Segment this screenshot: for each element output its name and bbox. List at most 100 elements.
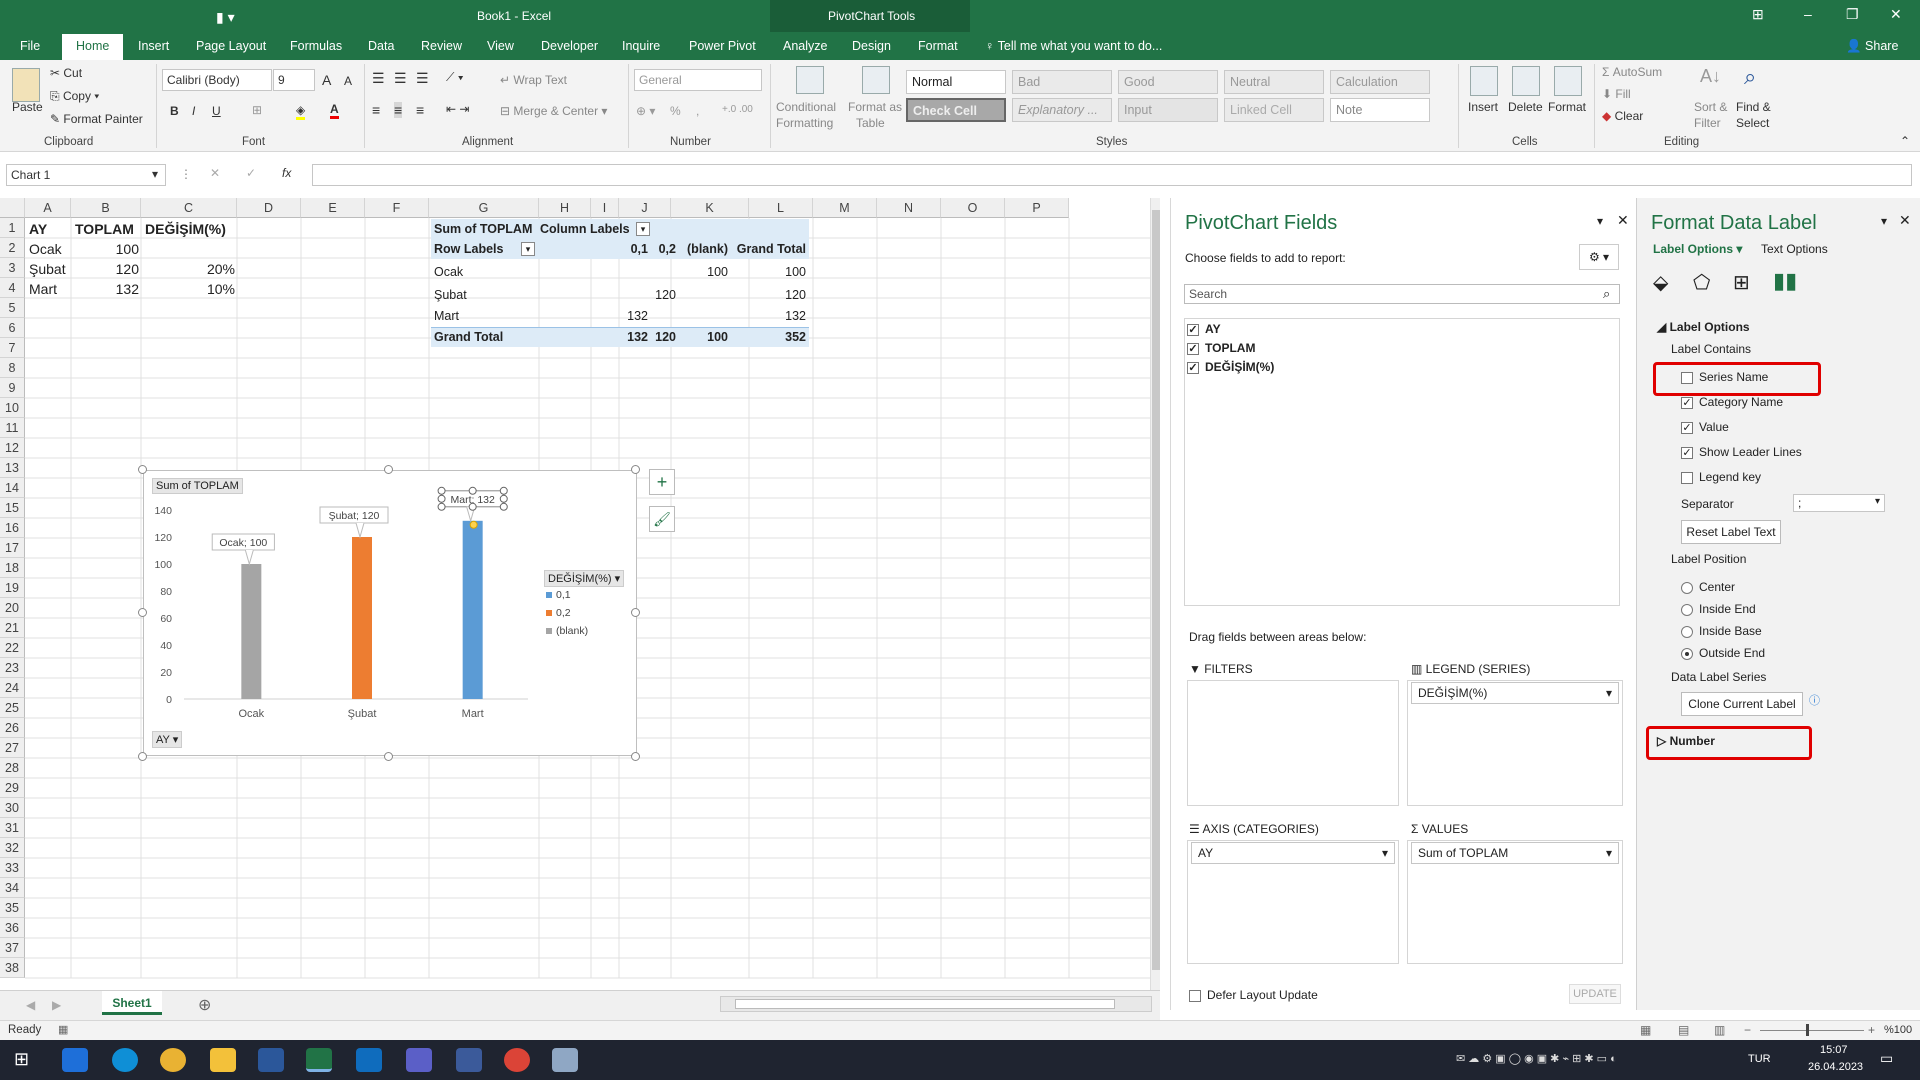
- row-header-10[interactable]: 10: [0, 398, 25, 418]
- windows-start-icon[interactable]: ⊞: [14, 1049, 29, 1070]
- format-painter-button[interactable]: ✎ Format Painter: [50, 112, 143, 126]
- chart-styles-brush-icon[interactable]: 🖌: [649, 506, 675, 532]
- clock-time[interactable]: 15:07: [1820, 1044, 1848, 1056]
- row-header-12[interactable]: 12: [0, 438, 25, 458]
- paste-icon[interactable]: [12, 68, 40, 102]
- tab-power-pivot[interactable]: Power Pivot: [689, 39, 756, 53]
- paint-icon[interactable]: [552, 1048, 578, 1072]
- magnifier-icon[interactable]: ⌕: [1744, 64, 1756, 90]
- tab-page-layout[interactable]: Page Layout: [196, 39, 266, 53]
- pivot-col-head-total[interactable]: Grand Total: [731, 239, 809, 259]
- row-header-28[interactable]: 28: [0, 758, 25, 778]
- checkbox-icon[interactable]: [1681, 471, 1693, 484]
- macro-record-icon[interactable]: ▦: [58, 1023, 68, 1036]
- checkbox-icon[interactable]: ✓: [1187, 323, 1199, 336]
- format-as-table-label-2[interactable]: Table: [856, 116, 885, 130]
- radio-icon[interactable]: [1681, 625, 1693, 638]
- sheet-tab-sheet1[interactable]: Sheet1: [102, 991, 162, 1015]
- excel-icon[interactable]: [306, 1048, 332, 1072]
- defer-layout-update[interactable]: Defer Layout Update: [1189, 988, 1318, 1002]
- middle-align-icon[interactable]: ☰: [394, 70, 407, 87]
- name-box[interactable]: Chart 1: [6, 164, 166, 186]
- check-category-name[interactable]: ✓ Category Name: [1681, 395, 1783, 409]
- find-select-label[interactable]: Find &: [1736, 100, 1771, 114]
- row-header-19[interactable]: 19: [0, 578, 25, 598]
- cell-b4[interactable]: 132: [72, 279, 142, 299]
- row-header-35[interactable]: 35: [0, 898, 25, 918]
- row-header-6[interactable]: 6: [0, 318, 25, 338]
- right-align-icon[interactable]: ≡: [416, 102, 424, 118]
- pivot-grand-cell[interactable]: 132: [537, 327, 651, 347]
- column-header-c[interactable]: C: [141, 198, 237, 218]
- pivot-grand-total-label[interactable]: Grand Total: [431, 327, 506, 347]
- share-button[interactable]: 👤 Share: [1846, 39, 1898, 54]
- grow-font-button[interactable]: A: [322, 72, 331, 88]
- tab-label-options[interactable]: Label Options ▾: [1653, 242, 1742, 256]
- check-show-leader-lines[interactable]: ✓ Show Leader Lines: [1681, 445, 1802, 459]
- row-filter-button[interactable]: ▾: [521, 242, 535, 256]
- pane-close-icon[interactable]: ✕: [1617, 212, 1629, 229]
- row-header-17[interactable]: 17: [0, 538, 25, 558]
- wrap-text-button[interactable]: ↵ Wrap Text: [500, 73, 567, 87]
- style-explanatory[interactable]: Explanatory ...: [1012, 98, 1112, 122]
- cell-a3[interactable]: Şubat: [26, 259, 69, 279]
- pivot-cell[interactable]: 120: [651, 285, 679, 305]
- style-good[interactable]: Good: [1118, 70, 1218, 94]
- tab-developer[interactable]: Developer: [541, 39, 598, 53]
- row-header-1[interactable]: 1: [0, 218, 25, 238]
- vertical-scrollbar[interactable]: [1150, 198, 1160, 990]
- zoom-in-button[interactable]: +: [1868, 1023, 1875, 1037]
- row-header-31[interactable]: 31: [0, 818, 25, 838]
- gear-icon[interactable]: ⚙ ▾: [1579, 244, 1619, 270]
- pivot-cell[interactable]: 120: [731, 285, 809, 305]
- value-field-button[interactable]: Sum of TOPLAM: [152, 478, 243, 494]
- resize-handle[interactable]: [384, 752, 393, 761]
- style-bad[interactable]: Bad: [1012, 70, 1112, 94]
- tab-inquire[interactable]: Inquire: [622, 39, 660, 53]
- pivot-column-labels[interactable]: Column Labels: [537, 219, 633, 239]
- font-size-dropdown[interactable]: 9: [273, 69, 315, 91]
- filters-drop-area[interactable]: [1187, 680, 1399, 806]
- zoom-out-button[interactable]: −: [1744, 1023, 1751, 1037]
- outlook-icon[interactable]: [356, 1048, 382, 1072]
- row-header-3[interactable]: 3: [0, 258, 25, 278]
- conditional-formatting-label[interactable]: Conditional: [776, 100, 836, 114]
- insert-cells-icon[interactable]: [1470, 66, 1498, 96]
- tab-text-options[interactable]: Text Options: [1761, 242, 1828, 256]
- pivot-row-labels[interactable]: Row Labels: [431, 239, 506, 259]
- pivot-col-head-01[interactable]: 0,1: [537, 239, 651, 259]
- format-as-table-icon[interactable]: [862, 66, 890, 94]
- word-icon[interactable]: [258, 1048, 284, 1072]
- shrink-font-button[interactable]: A: [344, 74, 352, 88]
- center-align-icon[interactable]: ≡: [394, 102, 403, 118]
- style-linked-cell[interactable]: Linked Cell: [1224, 98, 1324, 122]
- merge-center-button[interactable]: ⊟ Merge & Center ▾: [500, 104, 607, 118]
- cell-a1[interactable]: AY: [26, 219, 50, 239]
- radio-inside-base[interactable]: Inside Base: [1681, 624, 1762, 638]
- resize-handle[interactable]: [631, 608, 640, 617]
- decimal-icon[interactable]: +.0 .00: [722, 104, 753, 115]
- column-header-f[interactable]: F: [365, 198, 429, 218]
- tab-design[interactable]: Design: [852, 39, 891, 53]
- row-header-22[interactable]: 22: [0, 638, 25, 658]
- tab-home[interactable]: Home: [62, 34, 124, 60]
- quick-access-icon[interactable]: ▮ ▾: [216, 9, 235, 26]
- checkbox-icon[interactable]: ✓: [1681, 396, 1693, 409]
- update-button[interactable]: UPDATE: [1569, 984, 1621, 1004]
- horizontal-scroll-thumb[interactable]: [735, 999, 1115, 1009]
- font-name-dropdown[interactable]: Calibri (Body): [162, 69, 272, 91]
- accounting-icon[interactable]: ⊕ ▾: [636, 104, 655, 118]
- cell-b1[interactable]: TOPLAM: [72, 219, 137, 239]
- pivot-cell[interactable]: 100: [731, 262, 809, 282]
- prev-sheet-icon[interactable]: ◀: [26, 998, 35, 1012]
- row-header-21[interactable]: 21: [0, 618, 25, 638]
- pane-close-icon[interactable]: ✕: [1899, 212, 1911, 229]
- row-header-37[interactable]: 37: [0, 938, 25, 958]
- label-options-section[interactable]: ◢ Label Options: [1657, 320, 1750, 334]
- tab-insert[interactable]: Insert: [138, 39, 169, 53]
- clock-date[interactable]: 26.04.2023: [1808, 1061, 1863, 1073]
- style-note[interactable]: Note: [1330, 98, 1430, 122]
- column-header-b[interactable]: B: [71, 198, 141, 218]
- borders-icon[interactable]: ⊞: [252, 103, 262, 117]
- page-layout-view-icon[interactable]: ▤: [1678, 1023, 1689, 1037]
